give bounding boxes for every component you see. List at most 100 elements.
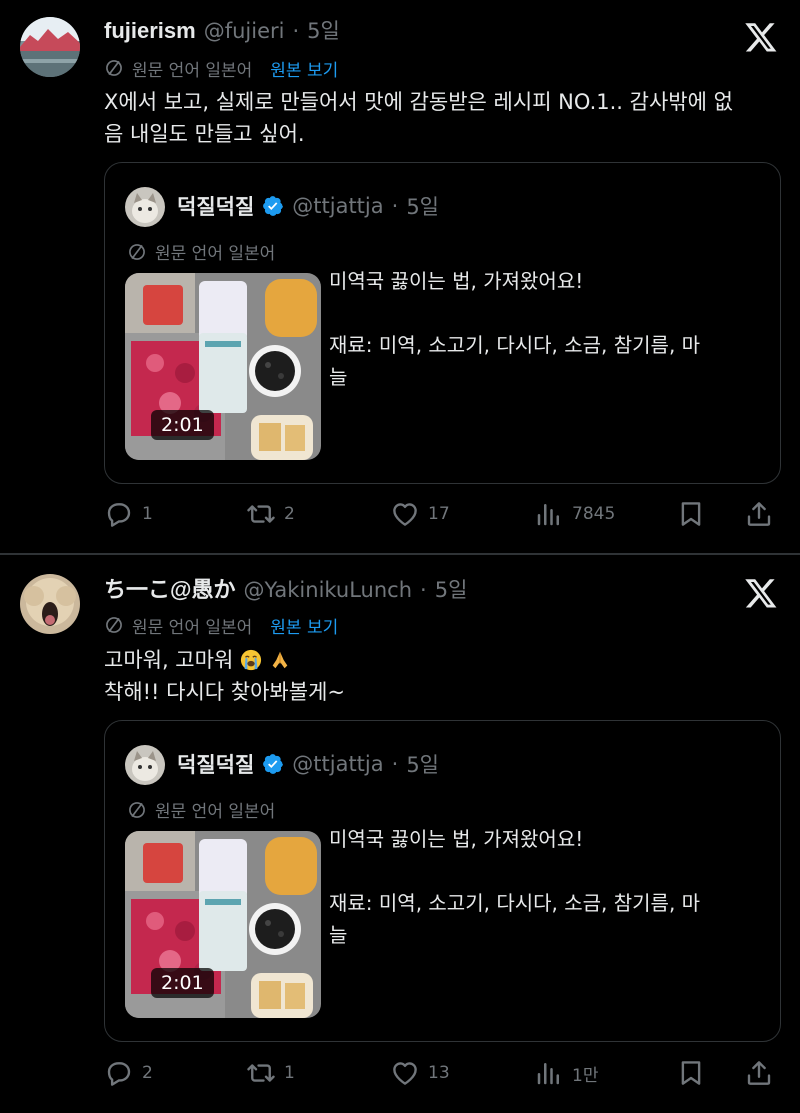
view-count: 7845 [572, 504, 616, 524]
action-bar: 2 1 13 1만 [104, 1058, 780, 1090]
repost-button[interactable]: 2 [246, 499, 295, 529]
avatar[interactable] [20, 17, 80, 77]
quoted-text-line: 미역국 끓이는 법, 가져왔어요! [329, 827, 584, 851]
quoted-header: 덕질덕질 @ttjattja · 5일 [177, 191, 439, 221]
share-button[interactable] [744, 499, 774, 529]
like-button[interactable]: 13 [390, 1058, 450, 1088]
mountain-avatar-image [20, 17, 80, 77]
views-button[interactable]: 7845 [534, 499, 615, 529]
verified-badge-icon [262, 195, 284, 217]
reply-count: 2 [142, 1063, 153, 1083]
views-button[interactable]: 1만 [534, 1058, 598, 1088]
tweet-text-line: 착해!! 다시다 찾아봐볼게~ [104, 680, 345, 704]
quoted-text-line: 재료: 미역, 소고기, 다시다, 소금, 참기름, 마 [329, 333, 701, 357]
heart-icon [390, 1058, 420, 1088]
repost-count: 2 [284, 504, 295, 524]
quoted-translation-notice: 원문 언어 일본어 [127, 239, 275, 264]
bookmark-button[interactable] [676, 499, 706, 529]
username[interactable]: @fujieri [204, 19, 285, 43]
translate-icon [104, 58, 124, 78]
quoted-text-line: 늘 [329, 365, 348, 389]
loudly-crying-face-icon [240, 649, 262, 671]
reply-button[interactable]: 1 [104, 499, 153, 529]
share-button[interactable] [744, 1058, 774, 1088]
show-original-link[interactable]: 원본 보기 [270, 613, 338, 638]
repost-count: 1 [284, 1063, 295, 1083]
video-duration: 2:01 [151, 968, 214, 998]
cat-avatar-image [125, 745, 165, 785]
like-button[interactable]: 17 [390, 499, 450, 529]
tweet-text: X에서 보고, 실제로 만들어서 맛에 감동받은 레시피 NO.1.. 감사밖에… [104, 86, 784, 150]
translate-icon [104, 615, 124, 635]
separator-dot: · [391, 752, 399, 776]
x-logo-icon [744, 576, 778, 610]
quoted-timestamp[interactable]: 5일 [406, 749, 439, 779]
video-thumbnail[interactable]: 2:01 [125, 273, 321, 460]
quoted-timestamp[interactable]: 5일 [406, 191, 439, 221]
timestamp[interactable]: 5일 [307, 15, 340, 45]
cat-avatar-image [125, 187, 165, 227]
reply-button[interactable]: 2 [104, 1058, 153, 1088]
bookmark-icon [676, 499, 706, 529]
repost-icon [246, 1058, 276, 1088]
quoted-tweet[interactable]: 덕질덕질 @ttjattja · 5일 원문 언어 일본어 2:01 미역국 끓… [104, 720, 781, 1042]
quoted-tweet[interactable]: 덕질덕질 @ttjattja · 5일 원문 언어 일본어 2:01 미역국 끓… [104, 162, 781, 484]
quoted-text-line: 재료: 미역, 소고기, 다시다, 소금, 참기름, 마 [329, 891, 701, 915]
tweet-text: 고마워, 고마워 착해!! 다시다 찾아봐볼게~ [104, 644, 784, 708]
bookmark-icon [676, 1058, 706, 1088]
quoted-username[interactable]: @ttjattja [292, 752, 383, 776]
separator-dot: · [292, 19, 300, 43]
tweet[interactable]: fujierism @fujieri · 5일 원문 언어 일본어 원본 보기 … [0, 0, 800, 553]
translation-notice: 원문 언어 일본어 원본 보기 [104, 56, 338, 81]
translate-icon [127, 800, 147, 820]
translate-icon [127, 242, 147, 262]
display-name[interactable]: fujierism [104, 18, 196, 44]
quoted-text: 미역국 끓이는 법, 가져왔어요! 재료: 미역, 소고기, 다시다, 소금, … [329, 265, 769, 393]
tweet-text-line: 음 내일도 만들고 싶어. [104, 122, 305, 146]
tweet[interactable]: ち一こ@愚か @YakinikuLunch · 5일 원문 언어 일본어 원본 … [0, 556, 800, 1113]
quoted-text-line [329, 297, 769, 329]
quoted-display-name[interactable]: 덕질덕질 [177, 191, 254, 221]
quoted-text-line: 미역국 끓이는 법, 가져왔어요! [329, 269, 584, 293]
views-chart-icon [534, 499, 564, 529]
heart-icon [390, 499, 420, 529]
show-original-link[interactable]: 원본 보기 [270, 56, 338, 81]
timestamp[interactable]: 5일 [435, 574, 468, 604]
translation-notice: 원문 언어 일본어 원본 보기 [104, 613, 338, 638]
quoted-translation-notice: 원문 언어 일본어 [127, 797, 275, 822]
reply-count: 1 [142, 504, 153, 524]
x-logo-icon [744, 20, 778, 54]
bookmark-button[interactable] [676, 1058, 706, 1088]
reply-icon [104, 499, 134, 529]
video-duration: 2:01 [151, 410, 214, 440]
video-thumbnail[interactable]: 2:01 [125, 831, 321, 1018]
translation-label: 원문 언어 일본어 [132, 60, 253, 81]
tweet-text-line: 고마워, 고마워 [104, 648, 234, 672]
translation-label: 원문 언어 일본어 [132, 617, 253, 638]
quoted-display-name[interactable]: 덕질덕질 [177, 749, 254, 779]
username[interactable]: @YakinikuLunch [243, 578, 412, 602]
separator-dot: · [391, 194, 399, 218]
separator-dot: · [420, 578, 427, 602]
quoted-header: 덕질덕질 @ttjattja · 5일 [177, 749, 439, 779]
quoted-username[interactable]: @ttjattja [292, 194, 383, 218]
quoted-text-line: 늘 [329, 923, 348, 947]
avatar[interactable] [20, 574, 80, 634]
verified-badge-icon [262, 753, 284, 775]
like-count: 17 [428, 504, 450, 524]
tweet-text-line: X에서 보고, 실제로 만들어서 맛에 감동받은 레시피 NO.1.. 감사밖에… [104, 90, 733, 114]
tweet-header: ち一こ@愚か @YakinikuLunch · 5일 [104, 572, 467, 602]
folded-hands-icon [272, 651, 287, 669]
display-name[interactable]: ち一こ@愚か [104, 572, 235, 604]
views-chart-icon [534, 1058, 564, 1088]
repost-button[interactable]: 1 [246, 1058, 295, 1088]
quoted-text-line [329, 855, 769, 887]
dog-avatar-image [20, 574, 80, 634]
quoted-text: 미역국 끓이는 법, 가져왔어요! 재료: 미역, 소고기, 다시다, 소금, … [329, 823, 769, 951]
translation-label: 원문 언어 일본어 [155, 802, 276, 822]
share-icon [744, 499, 774, 529]
like-count: 13 [428, 1063, 450, 1083]
quoted-avatar[interactable] [125, 187, 165, 227]
share-icon [744, 1058, 774, 1088]
quoted-avatar[interactable] [125, 745, 165, 785]
